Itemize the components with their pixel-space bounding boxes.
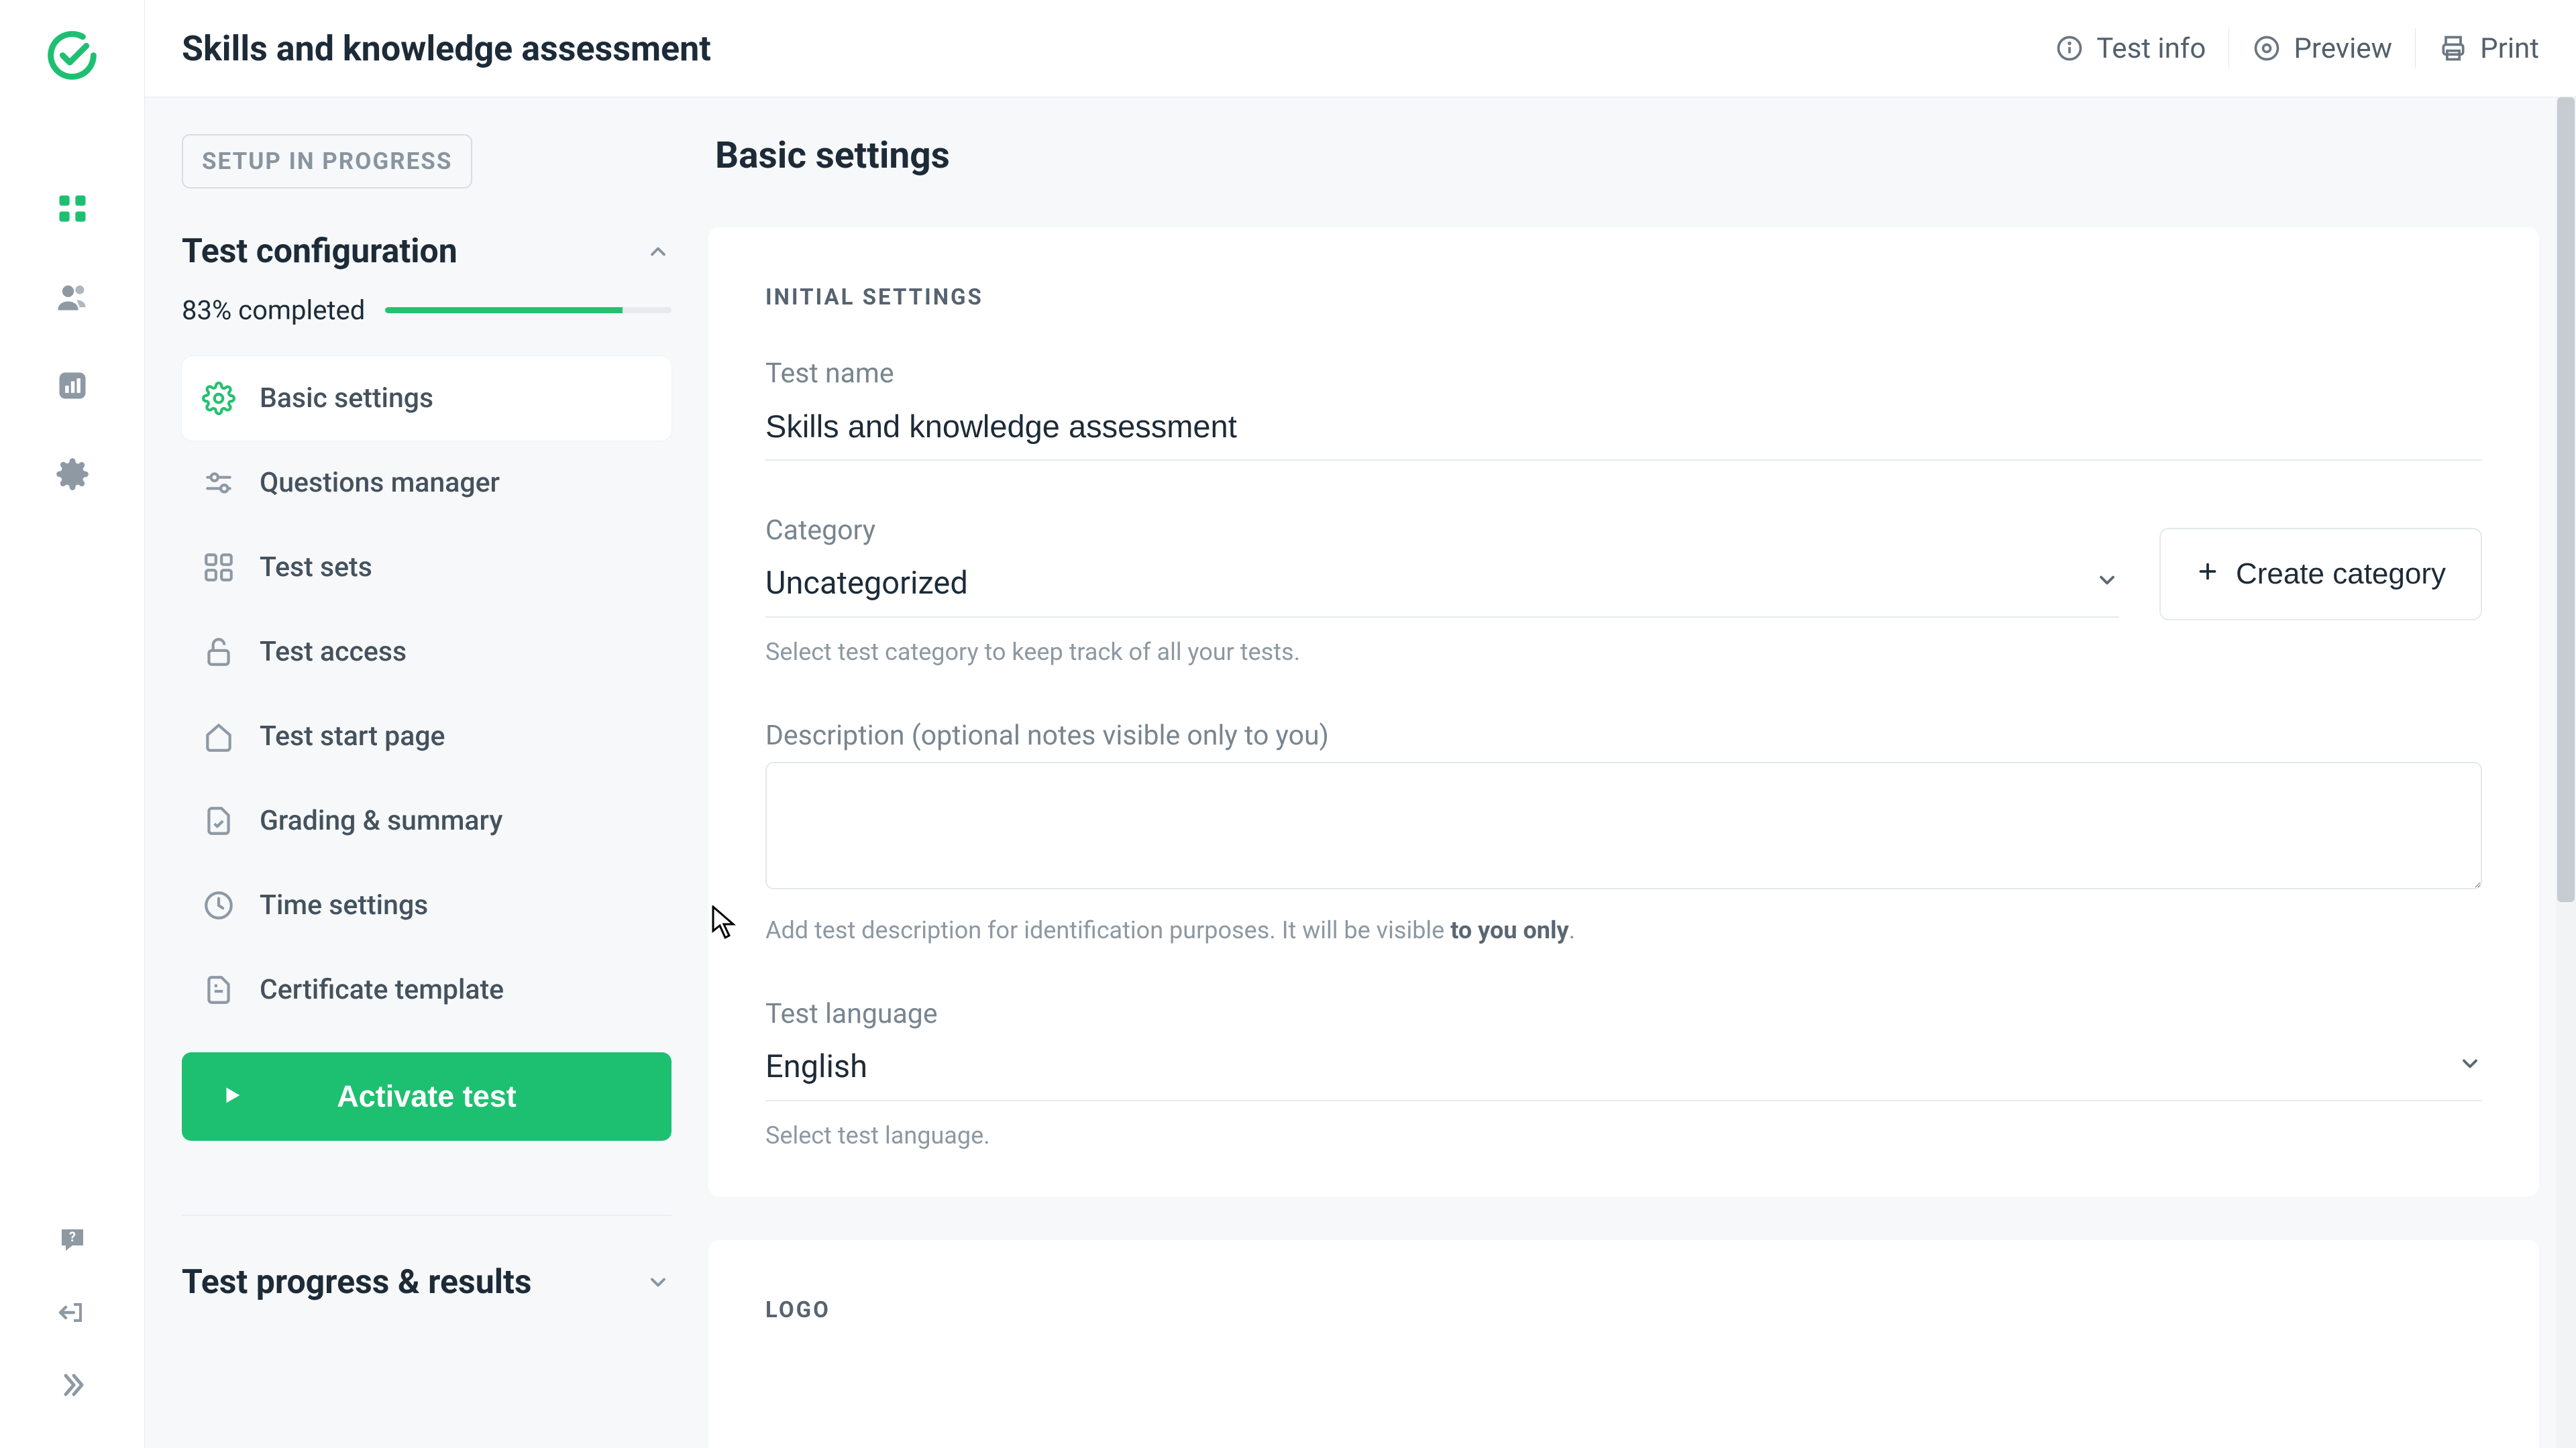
description-label: Description (optional notes visible only… <box>765 720 2482 752</box>
category-select[interactable]: Uncategorized <box>765 557 2119 618</box>
nav-grading-summary[interactable]: Grading & summary <box>182 779 672 863</box>
language-value: English <box>765 1048 867 1085</box>
header-separator <box>2415 28 2416 68</box>
gear-icon <box>202 382 235 415</box>
chevron-up-icon <box>645 238 672 265</box>
unlock-icon <box>202 635 235 669</box>
progress-label: 83% completed <box>182 294 365 326</box>
chevron-down-icon <box>2458 1052 2482 1082</box>
description-textarea[interactable] <box>765 762 2482 889</box>
test-configuration-toggle[interactable]: Test configuration <box>182 232 672 271</box>
nav-test-access[interactable]: Test access <box>182 610 672 694</box>
progress-bar <box>385 307 672 313</box>
app-logo[interactable] <box>44 27 101 91</box>
home-icon <box>202 720 235 753</box>
rail-expand-icon[interactable] <box>0 1349 144 1421</box>
certificate-icon <box>202 973 235 1007</box>
test-progress-results-toggle[interactable]: Test progress & results <box>182 1263 672 1302</box>
rail-reports-icon[interactable] <box>0 341 144 430</box>
chevron-down-icon <box>645 1269 672 1296</box>
nav-test-access-label: Test access <box>260 636 407 668</box>
nav-time-settings-label: Time settings <box>260 889 428 922</box>
activate-test-label: Activate test <box>337 1079 517 1114</box>
setup-status-badge: SETUP IN PROGRESS <box>182 134 472 188</box>
nav-test-sets[interactable]: Test sets <box>182 525 672 610</box>
scrollbar-track[interactable] <box>2556 97 2576 1448</box>
nav-time-settings[interactable]: Time settings <box>182 863 672 948</box>
create-category-label: Create category <box>2236 557 2446 591</box>
test-name-label: Test name <box>765 357 2482 390</box>
nav-test-sets-label: Test sets <box>260 551 372 583</box>
play-icon <box>221 1079 244 1114</box>
activate-test-button[interactable]: Activate test <box>182 1052 672 1141</box>
rail-settings-icon[interactable] <box>0 430 144 518</box>
preview-button[interactable]: Preview <box>2252 32 2392 65</box>
nav-questions-manager[interactable]: Questions manager <box>182 441 672 525</box>
grid-icon <box>202 551 235 584</box>
config-sidebar: SETUP IN PROGRESS Test configuration 83%… <box>145 97 708 1448</box>
logo-card: LOGO <box>708 1240 2539 1448</box>
initial-settings-card: INITIAL SETTINGS Test name Category Unca… <box>708 227 2539 1196</box>
test-info-button[interactable]: Test info <box>2055 32 2206 65</box>
clock-icon <box>202 889 235 922</box>
chevron-down-icon <box>2095 568 2119 599</box>
test-progress-results-title: Test progress & results <box>182 1263 532 1302</box>
create-category-button[interactable]: Create category <box>2159 528 2482 620</box>
nav-test-start-page-label: Test start page <box>260 720 445 753</box>
page-title: Skills and knowledge assessment <box>182 28 711 69</box>
test-configuration-title: Test configuration <box>182 232 458 271</box>
test-info-label: Test info <box>2096 32 2206 65</box>
rail-logout-icon[interactable] <box>0 1276 144 1349</box>
test-name-input[interactable] <box>765 400 2482 461</box>
top-header: Skills and knowledge assessment Test inf… <box>145 0 2576 97</box>
rail-help-icon[interactable]: ? <box>0 1204 144 1276</box>
nav-basic-settings[interactable]: Basic settings <box>182 356 672 441</box>
category-help: Select test category to keep track of al… <box>765 638 2119 666</box>
logo-heading: LOGO <box>765 1297 2482 1323</box>
nav-certificate-template-label: Certificate template <box>260 974 504 1006</box>
rail-dashboard-icon[interactable] <box>0 164 144 253</box>
file-check-icon <box>202 804 235 838</box>
language-select[interactable]: English <box>765 1040 2482 1101</box>
initial-settings-heading: INITIAL SETTINGS <box>765 284 2482 311</box>
print-label: Print <box>2480 32 2539 65</box>
sliders-icon <box>202 466 235 500</box>
panel-title: Basic settings <box>715 134 2539 177</box>
main-panel: Basic settings INITIAL SETTINGS Test nam… <box>708 97 2576 1448</box>
plus-icon <box>2196 557 2220 591</box>
nav-grading-summary-label: Grading & summary <box>260 805 502 837</box>
language-label: Test language <box>765 998 2482 1030</box>
rail-users-icon[interactable] <box>0 253 144 341</box>
category-value: Uncategorized <box>765 565 968 602</box>
nav-certificate-template[interactable]: Certificate template <box>182 948 672 1032</box>
scrollbar-thumb[interactable] <box>2557 97 2575 902</box>
nav-questions-manager-label: Questions manager <box>260 467 500 499</box>
svg-text:?: ? <box>69 1229 76 1245</box>
language-help: Select test language. <box>765 1121 2482 1150</box>
print-button[interactable]: Print <box>2438 32 2539 65</box>
description-help: Add test description for identification … <box>765 916 2482 944</box>
preview-label: Preview <box>2294 32 2392 65</box>
nav-basic-settings-label: Basic settings <box>260 382 433 414</box>
nav-test-start-page[interactable]: Test start page <box>182 694 672 779</box>
left-rail: ? <box>0 0 145 1448</box>
category-label: Category <box>765 514 2119 547</box>
progress-fill <box>385 307 623 313</box>
